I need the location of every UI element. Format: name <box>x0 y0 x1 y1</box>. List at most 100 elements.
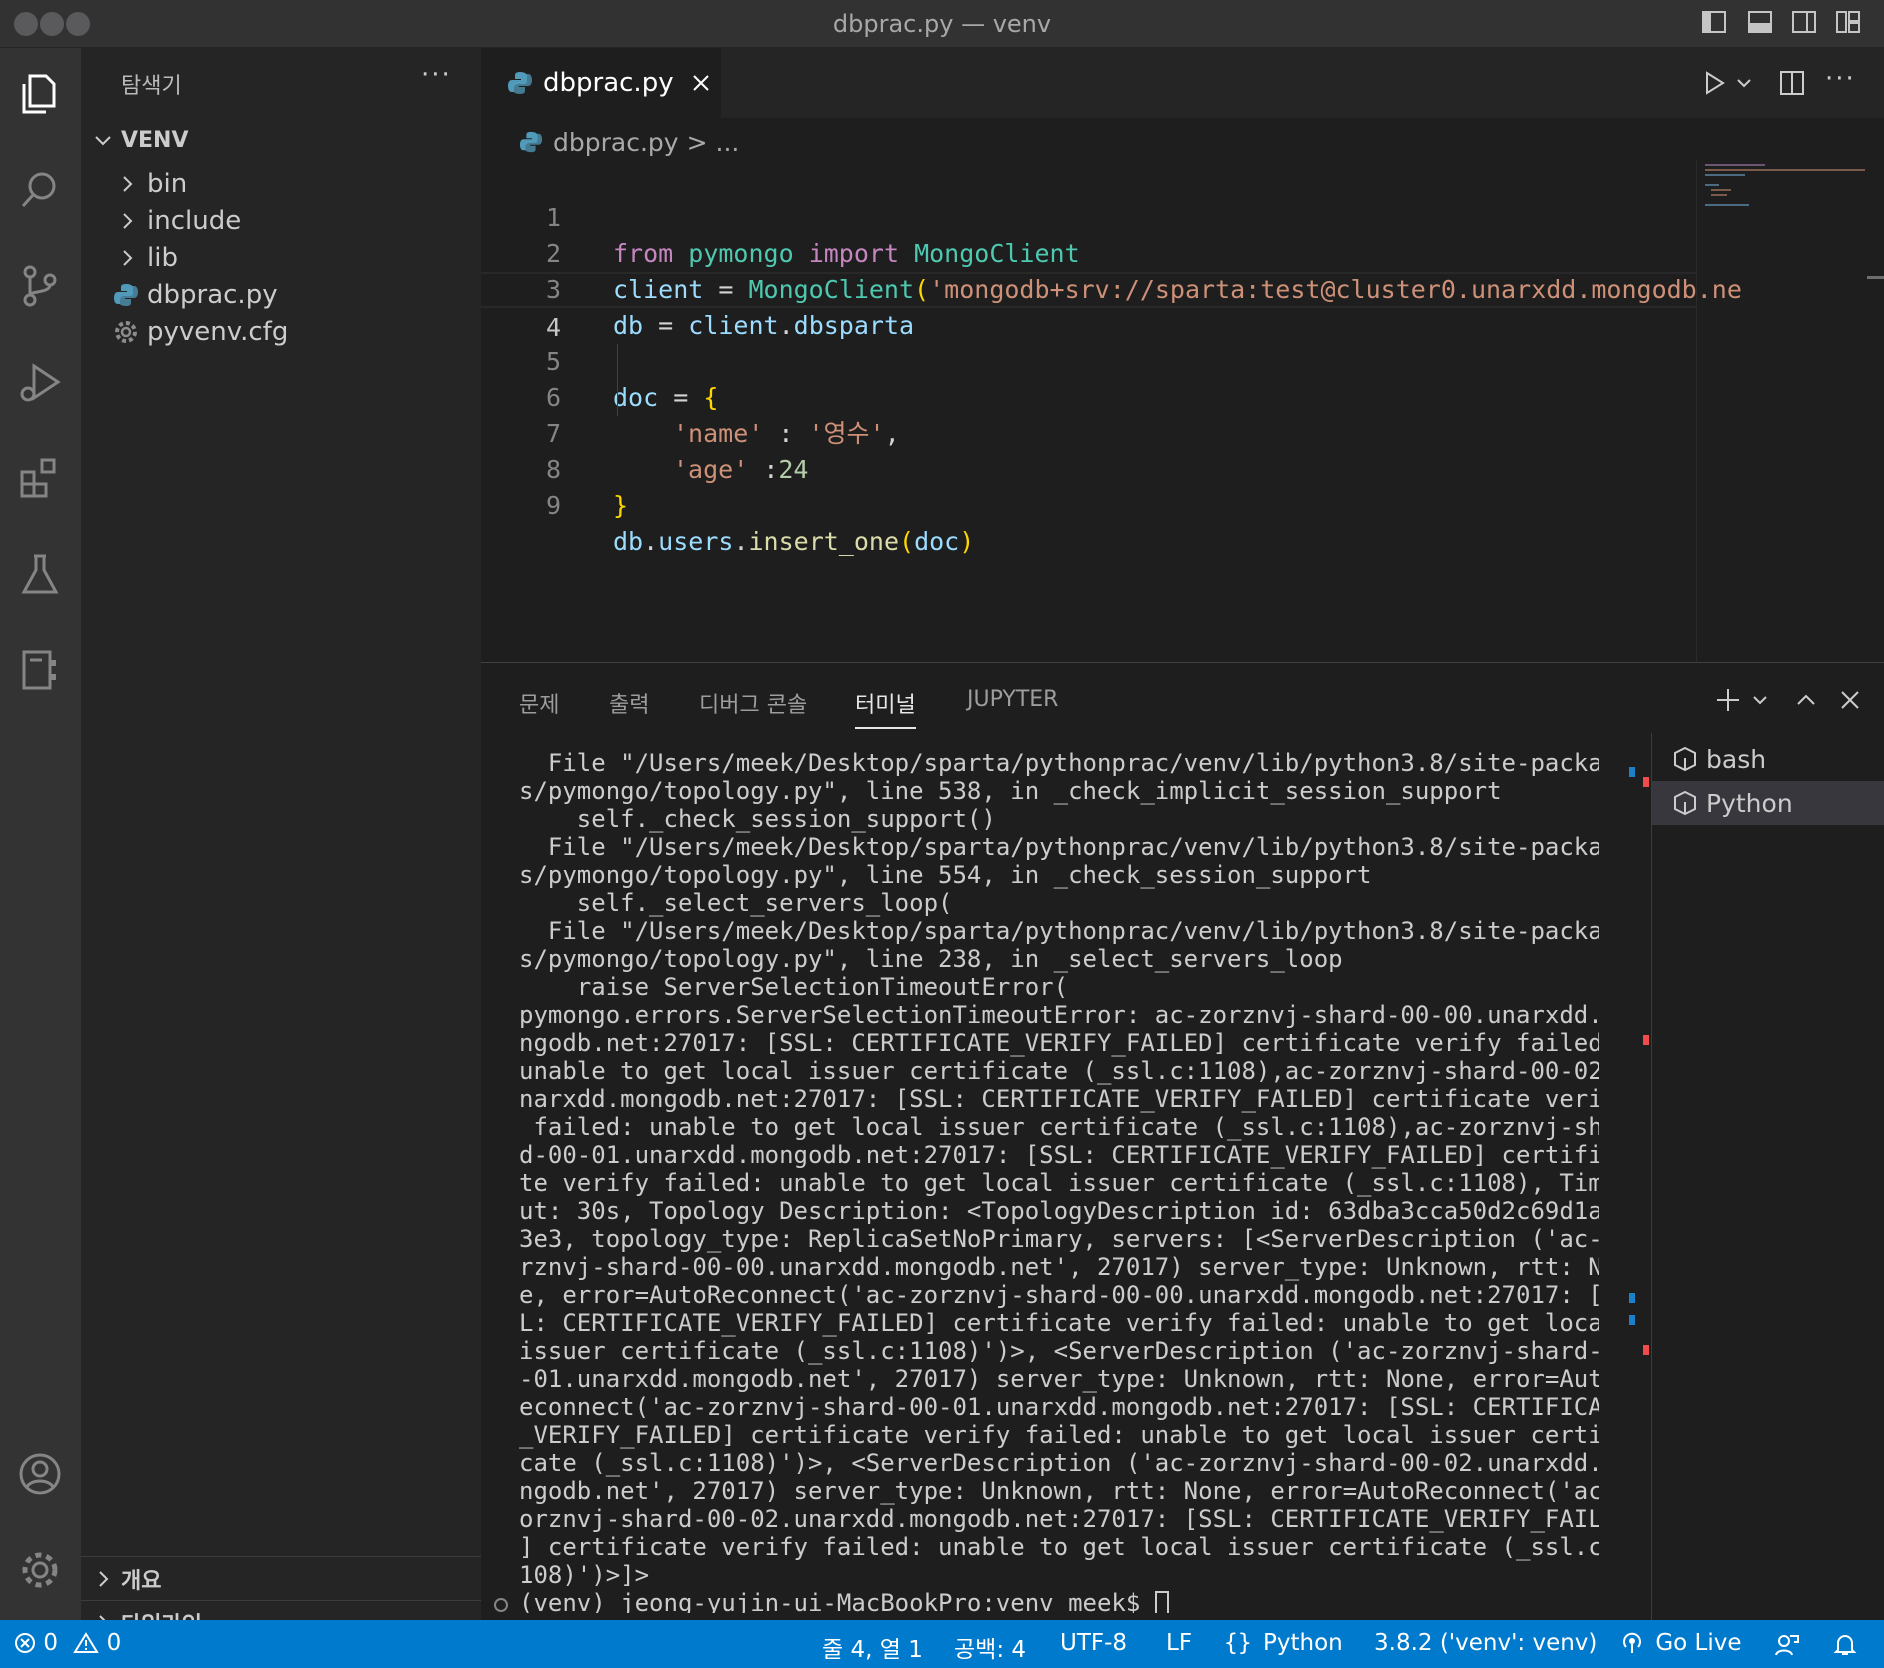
code-editor[interactable]: 1 from pymongo import MongoClient 2 clie… <box>481 164 1742 556</box>
close-icon[interactable] <box>690 72 712 94</box>
toggle-primary-sidebar-icon[interactable] <box>1700 8 1728 36</box>
broadcast-icon <box>1623 1632 1641 1653</box>
terminal-line: issuer certificate (_ssl.c:1108)')>, <Se… <box>519 1337 1599 1365</box>
terminal-cursor <box>1154 1591 1169 1613</box>
folder-root-venv[interactable]: VENV <box>81 118 481 162</box>
code-line-current: 4 <box>481 272 1696 342</box>
terminal-line: File "/Users/meek/Desktop/sparta/pythonp… <box>519 749 1599 777</box>
chevron-down-icon[interactable] <box>1735 74 1753 92</box>
tab-problems[interactable]: 문제 <box>519 687 559 719</box>
run-python-file-icon[interactable] <box>1699 68 1729 98</box>
title-bar: dbprac.py — venv <box>0 0 1884 48</box>
extensions-icon[interactable] <box>8 446 72 510</box>
folder-root-label: VENV <box>121 127 189 153</box>
warning-triangle-icon <box>73 1632 100 1653</box>
minimap[interactable] <box>1696 160 1884 662</box>
terminal-item-python[interactable]: Python <box>1652 781 1884 825</box>
minimap-slider[interactable] <box>1867 276 1884 279</box>
breadcrumb-file[interactable]: dbprac.py <box>553 128 679 157</box>
jupyter-notebook-icon[interactable] <box>8 638 72 702</box>
terminal-line: 3e3, topology_type: ReplicaSetNoPrimary,… <box>519 1225 1599 1253</box>
editor-tab-dbprac[interactable]: dbprac.py <box>481 48 721 118</box>
scrollbar-marker <box>1629 1315 1635 1325</box>
chevron-down-icon[interactable] <box>1751 691 1769 709</box>
indentation-status[interactable]: 공백: 4 <box>954 1630 1026 1664</box>
explorer-more-actions[interactable]: ··· <box>421 60 452 90</box>
terminal-list: bash Python <box>1651 733 1884 1621</box>
terminal-line: self._select_servers_loop( <box>519 889 953 917</box>
code-line: 3 db = client.dbsparta <box>481 236 1696 340</box>
terminal-line: raise ServerSelectionTimeoutError( <box>519 973 1069 1001</box>
tab-debug-console[interactable]: 디버그 콘솔 <box>699 687 807 719</box>
tree-item-pyvenv-cfg[interactable]: pyvenv.cfg <box>81 310 481 354</box>
tab-terminal[interactable]: 터미널 <box>855 687 916 729</box>
terminal-line: ut: 30s, Topology Description: <Topology… <box>519 1197 1599 1225</box>
search-icon[interactable] <box>8 158 72 222</box>
run-and-debug-icon[interactable] <box>8 350 72 414</box>
terminal-item-bash[interactable]: bash <box>1652 737 1884 781</box>
terminal-line: s/pymongo/topology.py", line 238, in _se… <box>519 945 1343 973</box>
go-live-button[interactable]: Go Live <box>1620 1630 1741 1656</box>
toggle-panel-icon[interactable] <box>1746 8 1774 36</box>
terminal-line: _VERIFY_FAILED] certificate verify faile… <box>519 1421 1599 1449</box>
activity-bar <box>0 48 81 1620</box>
customize-layout-icon[interactable] <box>1834 8 1862 36</box>
scrollbar-marker <box>1629 1293 1635 1303</box>
feedback-person-icon[interactable] <box>1774 1632 1800 1658</box>
cursor-position[interactable]: 줄 4, 열 1 <box>822 1630 923 1664</box>
terminal-line: orznvj-shard-00-02.unarxdd.mongodb.net:2… <box>519 1505 1599 1533</box>
python-interpreter[interactable]: 3.8.2 ('venv': venv) <box>1374 1630 1597 1656</box>
terminal-prompt-line: (venv) jeong-yujin-ui-MacBookPro:venv me… <box>519 1589 1599 1613</box>
terminal-lines: File "/Users/meek/Desktop/sparta/pythonp… <box>519 749 1599 1589</box>
scrollbar-marker <box>1643 1035 1649 1045</box>
code-line: 9 db.users.insert_one(doc) <box>481 452 1696 556</box>
indent-guide <box>617 344 618 416</box>
tab-jupyter[interactable]: JUPYTER <box>967 687 1058 712</box>
maximize-panel-chevron-up-icon[interactable] <box>1793 687 1819 713</box>
tree-item-label: pyvenv.cfg <box>147 317 289 347</box>
line-number: 9 <box>545 491 561 520</box>
encoding-status[interactable]: UTF-8 <box>1060 1630 1127 1656</box>
chevron-right-icon <box>123 250 133 266</box>
terminal-output[interactable]: File "/Users/meek/Desktop/sparta/pythonp… <box>519 749 1599 1613</box>
terminal-line: ngodb.net:27017: [SSL: CERTIFICATE_VERIF… <box>519 1029 1599 1057</box>
terminal-line: 108)')>]> <box>519 1561 650 1589</box>
editor-tab-bar: dbprac.py ··· <box>481 48 1884 118</box>
window-title: dbprac.py — venv <box>832 10 1052 38</box>
language-mode[interactable]: {} Python <box>1224 1630 1343 1656</box>
editor-more-actions[interactable]: ··· <box>1825 64 1856 94</box>
testing-flask-icon[interactable] <box>8 542 72 606</box>
chevron-right-icon <box>123 213 133 229</box>
code-line: 8 } <box>481 416 1696 520</box>
tree-item-label: lib <box>147 243 178 273</box>
explorer-files-icon[interactable] <box>8 62 72 126</box>
terminal-line: unable to get local issuer certificate (… <box>519 1057 1599 1085</box>
close-panel-icon[interactable] <box>1837 687 1863 713</box>
toggle-secondary-sidebar-icon[interactable] <box>1790 8 1818 36</box>
tab-output[interactable]: 출력 <box>609 687 649 719</box>
notifications-bell-icon[interactable] <box>1832 1632 1858 1658</box>
explorer-sidebar: 탐색기 ··· VENV bin include lib dbprac.py p… <box>81 48 481 1638</box>
curly-braces-icon: {} <box>1224 1630 1252 1656</box>
breadcrumb-separator: > <box>686 127 708 157</box>
tree-item-label: dbprac.py <box>147 280 278 310</box>
chevron-right-icon <box>123 176 133 192</box>
problems-status[interactable]: 0 0 <box>14 1630 121 1656</box>
command-decoration-circle-icon[interactable] <box>493 1597 509 1613</box>
account-icon[interactable] <box>8 1442 72 1506</box>
status-bar: 0 0 줄 4, 열 1 공백: 4 UTF-8 LF {} Python 3.… <box>0 1620 1884 1668</box>
terminal-item-label: bash <box>1706 744 1767 774</box>
terminal-line: pymongo.errors.ServerSelectionTimeoutErr… <box>519 1001 1599 1029</box>
eol-status[interactable]: LF <box>1166 1630 1192 1656</box>
source-control-icon[interactable] <box>8 254 72 318</box>
new-terminal-plus-icon[interactable] <box>1713 685 1743 715</box>
terminal-line: d-00-01.unarxdd.mongodb.net:27017: [SSL:… <box>519 1141 1599 1169</box>
manage-gear-icon[interactable] <box>8 1538 72 1602</box>
terminal-line: econnect('ac-zorznvj-shard-00-01.unarxdd… <box>519 1393 1599 1421</box>
scrollbar-marker <box>1643 1345 1649 1355</box>
outline-section-header[interactable]: 개요 <box>81 1556 481 1600</box>
terminal-line: rznvj-shard-00-00.unarxdd.mongodb.net', … <box>519 1253 1599 1281</box>
breadcrumb-symbols[interactable]: ... <box>716 128 740 157</box>
terminal-prompt: (venv) jeong-yujin-ui-MacBookPro:venv me… <box>519 1589 1155 1613</box>
split-editor-icon[interactable] <box>1777 68 1807 98</box>
